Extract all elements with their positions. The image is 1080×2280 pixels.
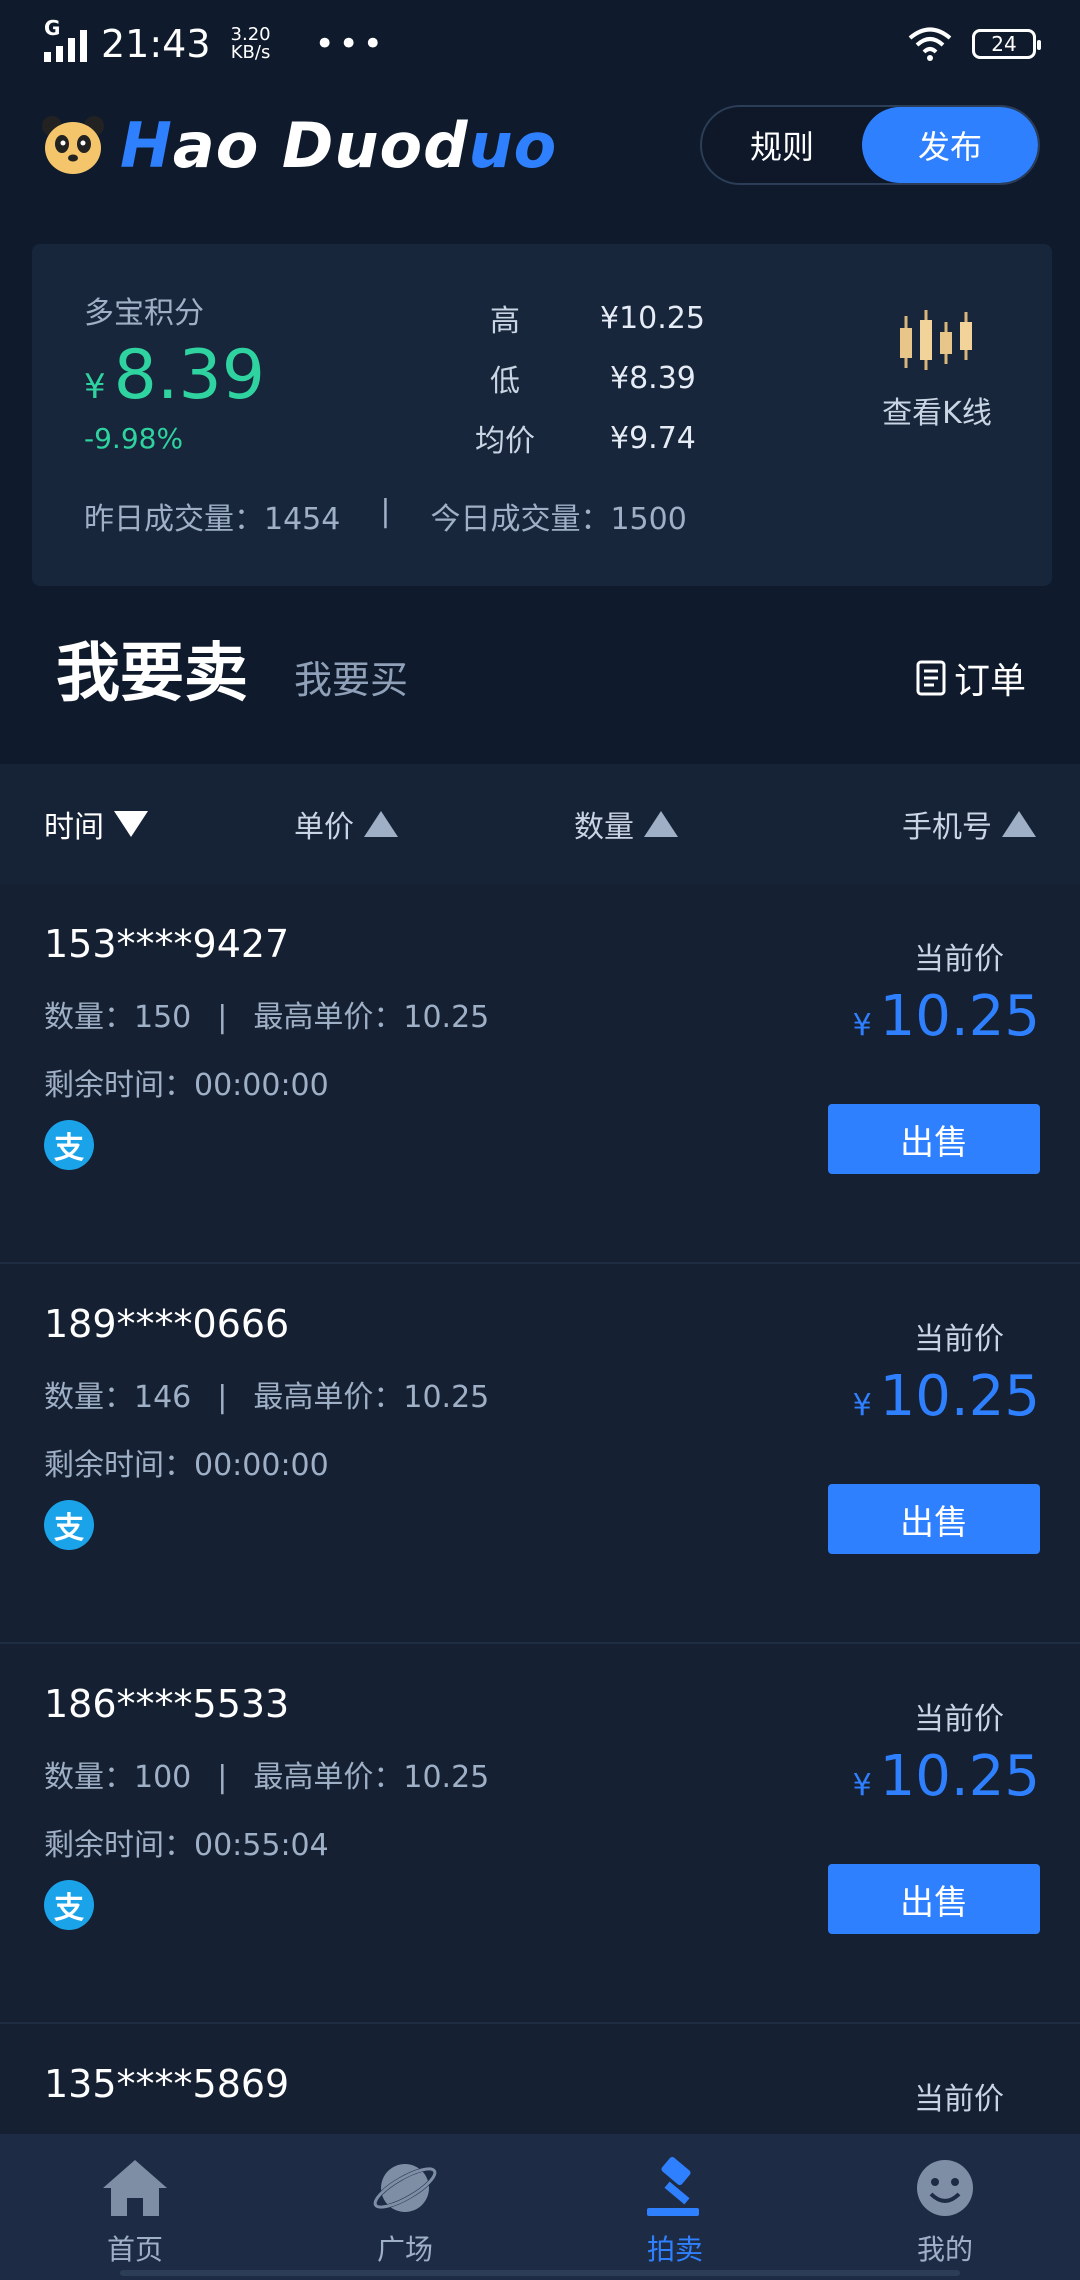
- app-header: Hao Duoduo 规则 发布: [40, 100, 1040, 190]
- battery-level: 24: [991, 32, 1017, 56]
- volume-separator: |: [380, 494, 391, 529]
- header-segment: 规则 发布: [700, 105, 1040, 185]
- sort-desc-icon: [114, 811, 148, 837]
- alipay-icon: 支: [44, 1500, 94, 1550]
- panda-logo-icon: [40, 112, 106, 178]
- network-type: G: [44, 16, 61, 40]
- trade-tabs: 我要卖 我要买 订单: [56, 614, 1026, 714]
- publish-button[interactable]: 发布: [862, 107, 1038, 183]
- listing-meta: 数量：146 | 最高单价：10.25: [44, 1380, 490, 1415]
- nav-mine[interactable]: 我的: [810, 2134, 1080, 2280]
- price-stats: 高 ¥10.25 低 ¥8.39 均价 ¥9.74: [460, 288, 705, 468]
- remaining-time: 剩余时间：00:55:04: [44, 1828, 329, 1863]
- yesterday-volume: 昨日成交量：1454: [84, 502, 341, 537]
- list-item: 189****0666 数量：146 | 最高单价：10.25 剩余时间：00:00…: [0, 1264, 1080, 1644]
- stat-average: 均价 ¥9.74: [475, 420, 696, 460]
- nav-auction[interactable]: 拍卖: [540, 2134, 810, 2280]
- net-speed: 3.20 KB/s: [230, 24, 271, 63]
- alipay-icon: 支: [44, 1120, 94, 1170]
- tab-sell[interactable]: 我要卖: [56, 622, 248, 714]
- sort-asc-icon: [1002, 811, 1036, 837]
- listing-meta: 数量：150 | 最高单价：10.25: [44, 1000, 490, 1035]
- list-item: 186****5533 数量：100 | 最高单价：10.25 剩余时间：00:55…: [0, 1644, 1080, 2024]
- sort-unit-price[interactable]: 单价: [294, 802, 574, 846]
- stat-low: 低 ¥8.39: [490, 360, 696, 400]
- sort-quantity[interactable]: 数量: [574, 802, 854, 846]
- sell-button[interactable]: 出售: [828, 1104, 1040, 1174]
- seller-phone: 135****5869: [44, 2062, 290, 2106]
- seller-phone: 189****0666: [44, 1302, 290, 1346]
- list-item: 153****9427 数量：150 | 最高单价：10.25 剩余时间：00:00…: [0, 884, 1080, 1264]
- wifi-icon: [908, 27, 952, 61]
- current-price-label: 当前价: [914, 1322, 1004, 1357]
- home-indicator: [120, 2270, 960, 2276]
- candlestick-icon: [900, 310, 972, 370]
- order-list-icon: [916, 660, 946, 696]
- sort-bar: 时间 单价 数量 手机号: [0, 764, 1080, 884]
- current-price: ¥10.25: [852, 1744, 1040, 1809]
- market-summary-card: 多宝积分 ¥8.39 -9.98% 高 ¥10.25 低 ¥8.39 均价 ¥9.74…: [32, 244, 1052, 586]
- planet-icon: [373, 2164, 437, 2212]
- gavel-icon: [647, 2156, 699, 2216]
- alipay-icon: 支: [44, 1880, 94, 1930]
- price-change: -9.98%: [84, 422, 184, 455]
- smiley-icon: [917, 2160, 973, 2216]
- brand-logo: Hao Duoduo: [120, 108, 558, 182]
- home-icon: [103, 2160, 167, 2216]
- list-item: 135****5869 当前价: [0, 2024, 1080, 2134]
- signal-icon: G: [44, 16, 87, 62]
- sort-asc-icon: [644, 811, 678, 837]
- remaining-time: 剩余时间：00:00:00: [44, 1448, 329, 1483]
- sell-button[interactable]: 出售: [828, 1484, 1040, 1554]
- points-label: 多宝积分: [84, 296, 204, 331]
- sort-asc-icon: [364, 811, 398, 837]
- view-kline-button[interactable]: 查看K线: [872, 308, 1002, 432]
- current-price-label: 当前价: [914, 1702, 1004, 1737]
- listing-meta: 数量：100 | 最高单价：10.25: [44, 1760, 490, 1795]
- seller-phone: 186****5533: [44, 1682, 290, 1726]
- battery-icon: 24: [972, 29, 1041, 59]
- orders-button[interactable]: 订单: [916, 652, 1026, 704]
- current-points-price: ¥8.39: [84, 336, 266, 415]
- status-bar: G 21:43 3.20 KB/s ••• 24: [0, 0, 1080, 88]
- sort-time[interactable]: 时间: [44, 802, 294, 846]
- nav-square[interactable]: 广场: [270, 2134, 540, 2280]
- current-price: ¥10.25: [852, 1364, 1040, 1429]
- stat-high: 高 ¥10.25: [490, 300, 705, 340]
- current-price-label: 当前价: [914, 942, 1004, 977]
- volume-row: 昨日成交量：1454 | 今日成交量：1500: [84, 494, 687, 538]
- seller-phone: 153****9427: [44, 922, 290, 966]
- remaining-time: 剩余时间：00:00:00: [44, 1068, 329, 1103]
- tab-buy[interactable]: 我要买: [294, 649, 408, 704]
- current-price-label: 当前价: [914, 2082, 1004, 2117]
- nav-home[interactable]: 首页: [0, 2134, 270, 2280]
- current-price: ¥10.25: [852, 984, 1040, 1049]
- sort-phone[interactable]: 手机号: [902, 802, 1036, 846]
- sell-button[interactable]: 出售: [828, 1864, 1040, 1934]
- today-volume: 今日成交量：1500: [430, 502, 687, 537]
- rules-button[interactable]: 规则: [702, 107, 862, 183]
- more-dots-icon: •••: [314, 24, 387, 64]
- bottom-nav: 首页 广场 拍卖 我的: [0, 2134, 1080, 2280]
- clock: 21:43: [101, 22, 211, 66]
